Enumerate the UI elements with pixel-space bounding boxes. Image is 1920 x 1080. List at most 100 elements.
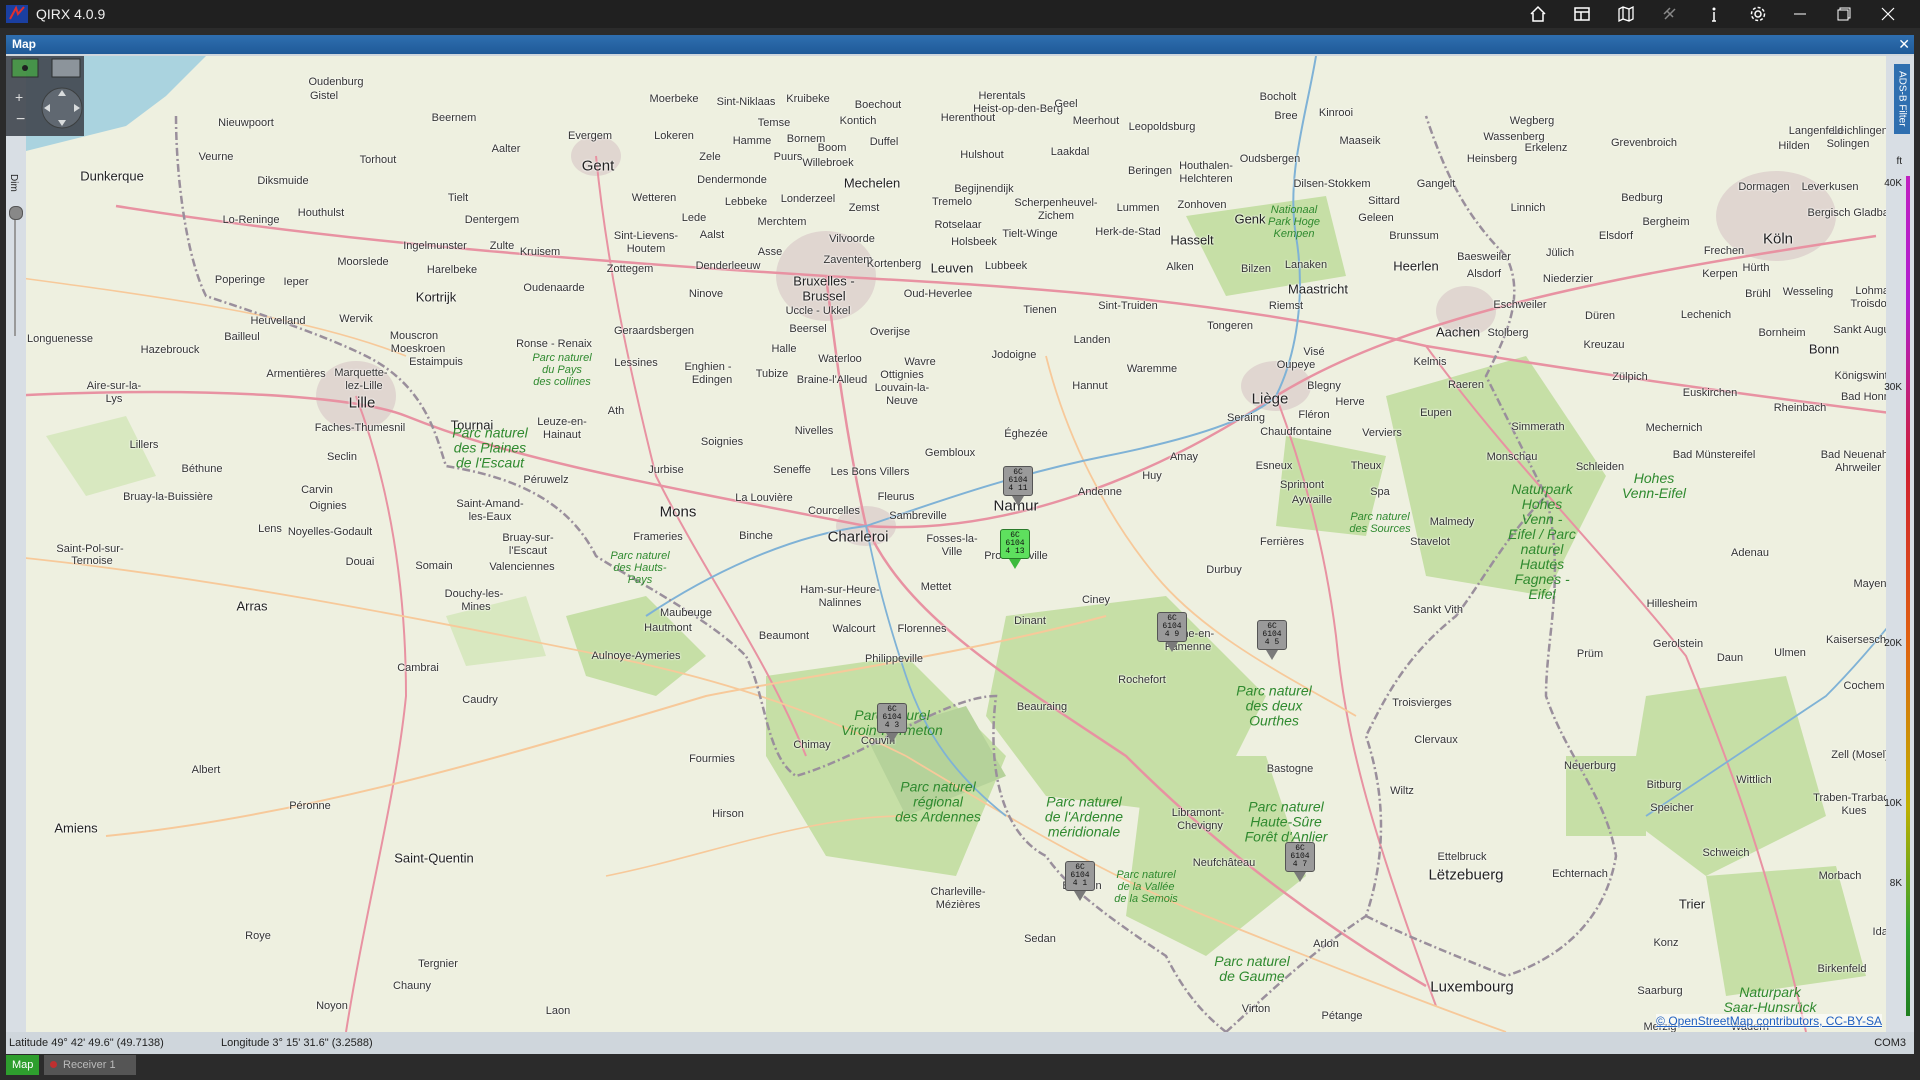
- place-label: Oignies: [309, 500, 347, 512]
- place-label: Leuven: [930, 260, 974, 276]
- aircraft-marker[interactable]: 6C 6104 4 5: [1257, 620, 1287, 660]
- place-label: Sint-Lievens-: [613, 230, 679, 242]
- place-label: Lessines: [614, 357, 658, 369]
- dim-slider-track[interactable]: [14, 216, 16, 336]
- close-panel-icon[interactable]: ✕: [1898, 35, 1910, 54]
- satellite-button[interactable]: [1648, 0, 1692, 28]
- aircraft-info: 4 13: [1005, 547, 1025, 556]
- place-label: Heerlen: [1393, 258, 1439, 274]
- place-label: Sambreville: [889, 510, 947, 522]
- place-label: Aalst: [699, 229, 725, 241]
- dim-slider-handle[interactable]: [9, 206, 23, 220]
- tab-receiver-1[interactable]: Receiver 1: [44, 1055, 136, 1075]
- info-button[interactable]: [1692, 0, 1736, 28]
- place-label: lez-Lille: [345, 380, 383, 392]
- map-icon: [1618, 5, 1634, 23]
- place-label: Béthune: [181, 463, 223, 475]
- place-label: Waterloo: [818, 353, 862, 365]
- restore-button[interactable]: [1822, 0, 1866, 28]
- place-label: Zemst: [848, 202, 880, 214]
- svg-text:+: +: [15, 89, 23, 105]
- place-label: Hirson: [712, 808, 744, 820]
- place-label: Bastogne: [1266, 763, 1314, 775]
- place-label: Lebbeke: [724, 196, 768, 208]
- minimize-button[interactable]: [1778, 0, 1822, 28]
- place-label: Huy: [1142, 470, 1162, 482]
- place-label: Merchtem: [757, 216, 807, 228]
- place-label: Oupeye: [1276, 359, 1316, 371]
- aircraft-pointer-icon: [1266, 650, 1278, 660]
- place-label: Raeren: [1447, 379, 1485, 391]
- settings-button[interactable]: [1736, 0, 1780, 28]
- aircraft-marker-selected[interactable]: 6C 6104 4 13: [1000, 529, 1030, 569]
- place-label: Roye: [245, 930, 271, 942]
- place-label: Aywaille: [1291, 494, 1333, 506]
- aircraft-info: 4 1: [1072, 879, 1088, 888]
- park-label: Hohes Venn-Eifel: [1621, 470, 1687, 501]
- map-canvas[interactable]: Dunkerque Oudenburg Gistel Nieuwpoort Ve…: [6, 56, 1914, 1032]
- place-label: Bergheim: [1642, 216, 1690, 228]
- place-label: Tielt: [447, 192, 469, 204]
- place-label: Mechelen: [843, 175, 901, 191]
- place-label: Monschau: [1486, 451, 1538, 463]
- place-label: Noyon: [316, 1000, 348, 1012]
- place-label: Ninove: [688, 288, 724, 300]
- place-label: Scherpenheuvel-: [1014, 197, 1098, 209]
- place-label: Willebroek: [802, 157, 854, 169]
- tab-map[interactable]: Map: [6, 1055, 40, 1075]
- place-label: Bruay-sur-: [502, 532, 554, 544]
- place-label: Londerzeel: [780, 193, 836, 205]
- place-label: Lechenich: [1680, 309, 1732, 321]
- aircraft-info: 4 9: [1164, 630, 1180, 639]
- place-label: Zonhoven: [1177, 199, 1227, 211]
- place-label: Neuerburg: [1564, 760, 1616, 772]
- place-label: Houthalen-: [1179, 160, 1233, 172]
- minimize-icon: [1794, 13, 1806, 15]
- place-label: Mines: [461, 601, 491, 613]
- layout-button[interactable]: [1560, 0, 1604, 28]
- place-label: Gembloux: [924, 447, 976, 459]
- park-label: Parc naturel Haute-Sûre Forêt d'Anlier: [1244, 798, 1328, 845]
- place-label: Saint-Quentin: [394, 850, 474, 866]
- aircraft-marker[interactable]: 6C 6104 4 11: [1003, 466, 1033, 506]
- place-label: Bilzen: [1241, 263, 1271, 275]
- place-label: Mayen: [1853, 578, 1887, 590]
- place-label: Wavre: [904, 356, 936, 368]
- aircraft-marker[interactable]: 6C 6104 4 9: [1157, 612, 1187, 652]
- place-label: Hamme: [732, 135, 772, 147]
- place-label: Erkelenz: [1524, 142, 1568, 154]
- place-label: Bad Münstereifel: [1672, 449, 1756, 461]
- map-button[interactable]: [1604, 0, 1648, 28]
- place-label: Ath: [607, 405, 625, 417]
- place-label: Albert: [191, 764, 221, 776]
- place-label: Beaumont: [758, 630, 810, 642]
- place-label: Laon: [545, 1005, 571, 1017]
- place-label: Zell (Mosel): [1831, 749, 1889, 761]
- place-label: Riemst: [1268, 300, 1304, 312]
- place-label: Arlon: [1313, 938, 1339, 950]
- place-label: Fosses-la-: [926, 533, 978, 545]
- aircraft-marker[interactable]: 6C 6104 4 1: [1065, 861, 1095, 901]
- place-label: Nivelles: [794, 425, 834, 437]
- home-button[interactable]: [1516, 0, 1560, 28]
- close-window-button[interactable]: [1866, 0, 1910, 28]
- place-label: Moeskroen: [390, 343, 446, 355]
- place-label: Estaimpuis: [409, 356, 463, 368]
- altitude-tick: 40K: [1884, 178, 1902, 189]
- park-label: Parc naturel régional des Ardennes: [895, 778, 981, 825]
- adsb-filter-tab[interactable]: ADS-B Filter: [1894, 64, 1910, 134]
- place-label: Philippeville: [864, 653, 924, 665]
- map-window: Map ✕ Dunkerque Oudenburg Gistel Nieuwpo…: [6, 35, 1914, 1054]
- place-label: Wetteren: [631, 192, 677, 204]
- place-label: Hillesheim: [1646, 598, 1698, 610]
- osm-attribution-link[interactable]: © OpenStreetMap contributors, CC-BY-SA: [1656, 1014, 1882, 1028]
- place-label: Niederzier: [1542, 273, 1594, 285]
- aircraft-marker[interactable]: 6C 6104 4 7: [1285, 842, 1315, 882]
- aircraft-pointer-icon: [1294, 872, 1306, 882]
- place-label: Amay: [1169, 451, 1199, 463]
- place-label: Poperinge: [214, 274, 266, 286]
- aircraft-marker[interactable]: 6C 6104 4 3: [877, 703, 907, 743]
- place-label: Kortenberg: [866, 258, 922, 270]
- place-label: Asse: [757, 246, 783, 258]
- place-label: Zottegem: [606, 263, 654, 275]
